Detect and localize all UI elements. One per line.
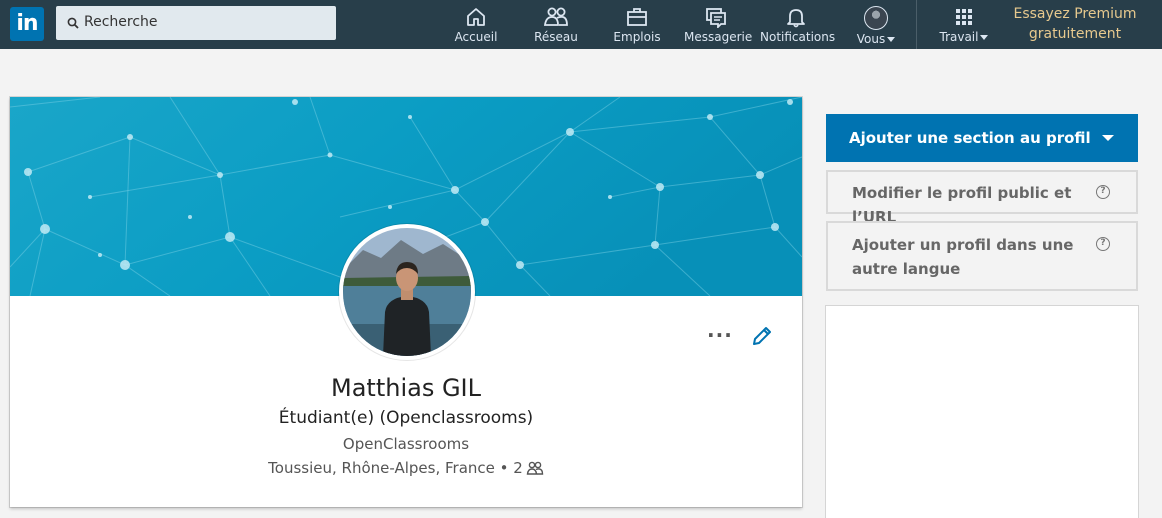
nav-item-label: Notifications [760,30,836,44]
nav-item-label: Travail [939,30,979,44]
pencil-icon[interactable] [751,325,773,347]
nav-divider [916,0,917,49]
nav-item-home[interactable]: Accueil [452,6,500,46]
add-language-profile-button[interactable]: Ajouter un profil dans une autre langue … [826,221,1138,291]
nav-item-network[interactable]: Réseau [530,6,582,46]
profile-photo-image [343,228,471,356]
nav-item-me-label-wrap: Vous [854,32,898,46]
connections-icon [526,461,544,475]
nav-item-label: Messagerie [684,30,753,44]
edit-public-profile-button[interactable]: Modifier le profil public et l’URL ? [826,170,1138,226]
search-icon [67,17,79,29]
nav-item-me[interactable]: Vous [854,6,898,46]
profile-card: ··· Matthias GIL Étudiant(e) (Openclassr… [10,97,802,507]
linkedin-logo[interactable]: in [10,7,44,41]
search-placeholder: Recherche [84,14,158,30]
connections-link[interactable]: 2 [513,459,544,477]
add-profile-section-button[interactable]: Ajouter une section au profil [826,114,1138,162]
top-nav: in Recherche Accueil Réseau Emplois Mess… [0,0,1162,49]
nav-item-work-label-wrap: Travail [936,30,992,44]
messaging-icon [706,8,726,28]
chevron-down-icon [887,37,896,42]
chevron-down-icon [980,35,989,40]
nav-item-label: Vous [856,32,886,46]
nav-item-label: Accueil [454,30,498,44]
nav-item-label: Réseau [534,30,578,44]
profile-location-line: Toussieu, Rhône-Alpes, France • 2 [10,459,802,477]
separator-dot: • [499,459,514,477]
profile-headline: Étudiant(e) (Openclassrooms) [278,408,534,428]
profile-location: Toussieu, Rhône-Alpes, France [268,459,495,477]
chevron-down-icon [1102,135,1114,141]
nav-item-label: Emplois [613,30,661,44]
network-icon [543,7,568,26]
nav-item-messaging[interactable]: Messagerie [684,6,753,46]
nav-item-jobs[interactable]: Emplois [612,6,662,46]
add-language-profile-label: Ajouter un profil dans une autre langue [852,236,1074,278]
connections-count: 2 [513,459,523,477]
sidebar-card [826,306,1138,518]
grid-icon [956,9,972,25]
nav-item-work[interactable]: Travail [936,6,992,46]
help-icon[interactable]: ? [1096,185,1110,199]
more-actions-button[interactable]: ··· [707,323,733,347]
profile-name: Matthias GIL [331,374,481,402]
avatar [864,6,888,30]
jobs-icon [627,8,647,26]
home-icon [467,8,485,26]
premium-link[interactable]: Essayez Premium gratuitement [1010,4,1140,44]
search-input[interactable]: Recherche [56,6,336,40]
bell-icon [787,9,805,28]
profile-photo[interactable] [339,224,475,360]
nav-item-notifications[interactable]: Notifications [760,6,836,46]
help-icon[interactable]: ? [1096,237,1110,251]
add-profile-section-label: Ajouter une section au profil [849,129,1091,147]
profile-company[interactable]: OpenClassrooms [10,435,802,453]
